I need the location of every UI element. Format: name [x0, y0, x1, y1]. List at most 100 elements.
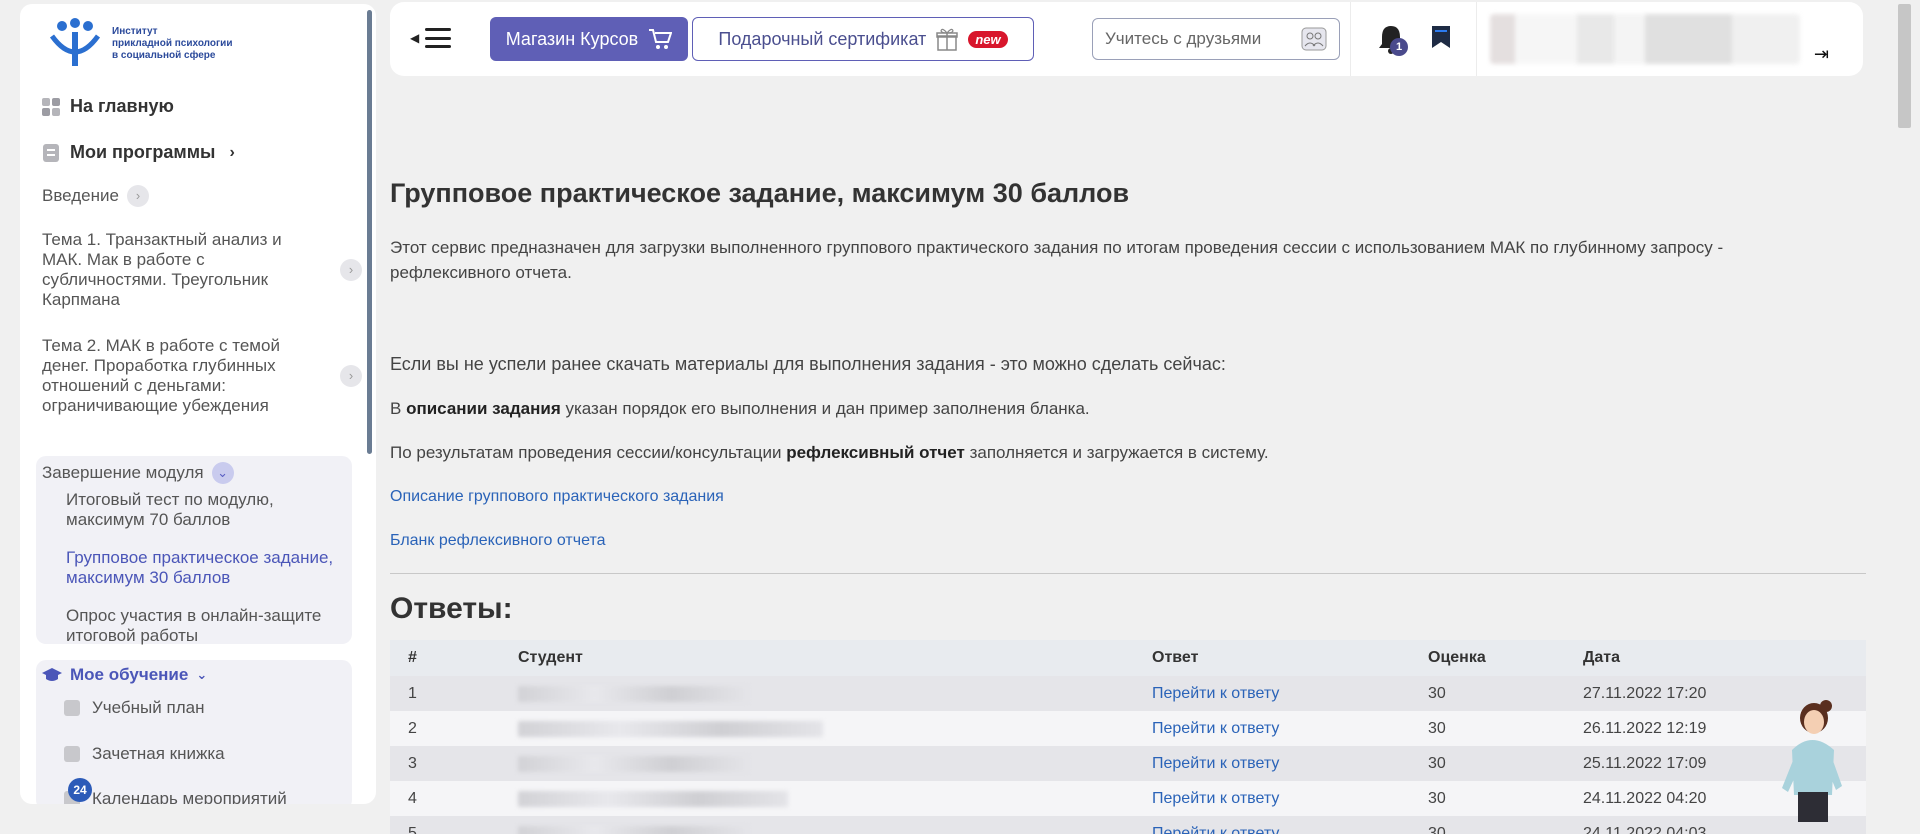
chevron-down-icon: ⌄: [211, 462, 234, 484]
page-scrollbar-thumb[interactable]: [1898, 4, 1911, 128]
task-description-note: В описании задания указан порядок его вы…: [390, 396, 1810, 421]
new-badge: new: [968, 30, 1008, 48]
score: 30: [1428, 719, 1446, 737]
result-suffix: заполняется и загружается в систему.: [964, 443, 1269, 462]
task-description-link[interactable]: Описание группового практического задани…: [390, 488, 724, 506]
score: 30: [1428, 789, 1446, 807]
student-name-redacted: [518, 755, 748, 772]
grid-icon: [42, 97, 60, 116]
menu-icon: [425, 28, 452, 48]
logo-icon: [49, 18, 101, 66]
study-with-friends-label: Учитесь с друзьями: [1105, 29, 1262, 48]
graduation-cap-icon: [42, 668, 62, 681]
report-blank-link[interactable]: Бланк рефлексивного отчета: [390, 532, 605, 550]
table-header-row: # Студент Ответ Оценка Дата: [390, 640, 1866, 676]
sidebar-item-calendar[interactable]: Календарь мероприятий: [64, 789, 287, 804]
topic-2-label: Тема 2. МАК в работе с темой денег. Прор…: [42, 336, 280, 415]
student-name: [518, 711, 823, 746]
sidebar-item-survey[interactable]: Опрос участия в онлайн-защите итоговой р…: [66, 606, 346, 646]
col-header-date[interactable]: Дата: [1583, 640, 1620, 676]
student-name: [518, 746, 748, 781]
table-row: 4 Перейти к ответу 30 24.11.2022 04:20: [390, 781, 1866, 816]
topic-1-label: Тема 1. Транзактный анализ и МАК. Мак в …: [42, 230, 282, 309]
notification-count-badge: 1: [1390, 38, 1408, 56]
date: 24.11.2022 04:20: [1583, 789, 1707, 807]
top-header: ◀ Магазин Курсов Подарочный сертификат n…: [390, 2, 1863, 76]
go-to-answer-link[interactable]: Перейти к ответу: [1152, 816, 1279, 834]
table-row: 1 Перейти к ответу 30 27.11.2022 17:20: [390, 676, 1866, 711]
report-note: По результатам проведения сессии/консуль…: [390, 440, 1810, 465]
result-prefix: По результатам проведения сессии/консуль…: [390, 443, 787, 462]
sidebar-scrollbar[interactable]: [367, 10, 372, 454]
desc-bold: описании задания: [406, 399, 561, 418]
calendar-badge: 24: [68, 778, 92, 802]
logo-line-1: Институт: [112, 26, 158, 37]
logout-icon[interactable]: ⇥: [1814, 44, 1829, 65]
user-profile[interactable]: [1490, 14, 1800, 64]
gradebook-label: Зачетная книжка: [92, 744, 225, 763]
chevron-down-icon: ⌄: [196, 667, 208, 682]
study-with-friends-button[interactable]: Учитесь с друзьями: [1092, 18, 1340, 60]
assistant-avatar[interactable]: [1778, 700, 1846, 825]
go-to-answer-link[interactable]: Перейти к ответу: [1152, 711, 1279, 746]
page-title: Групповое практическое задание, максимум…: [390, 178, 1130, 208]
chevron-right-icon: ›: [340, 259, 362, 281]
score: 30: [1428, 754, 1446, 772]
sidebar-item-programs[interactable]: Мои программы ›: [42, 142, 235, 163]
row-number: 5: [408, 824, 417, 834]
table-row: 2 Перейти к ответу 30 26.11.2022 12:19: [390, 711, 1866, 746]
sidebar-item-group-task[interactable]: Групповое практическое задание, максимум…: [66, 548, 346, 588]
cart-icon: [649, 29, 673, 49]
sidebar-toggle-button[interactable]: ◀: [410, 28, 452, 48]
caret-left-icon: ◀: [410, 31, 420, 45]
student-name-redacted: [518, 685, 748, 702]
date: 25.11.2022 17:09: [1583, 754, 1707, 772]
chevron-right-icon: ›: [126, 185, 149, 207]
institute-logo[interactable]: Институт прикладной психологии в социаль…: [46, 18, 232, 70]
book-icon: [43, 143, 59, 162]
student-name-redacted: [518, 720, 823, 737]
gift-certificate-button[interactable]: Подарочный сертификат new: [692, 17, 1034, 61]
table-row: 5 Перейти к ответу 30 24.11.2022 04:03: [390, 816, 1866, 834]
sidebar-item-topic-2[interactable]: Тема 2. МАК в работе с темой денег. Прор…: [42, 336, 362, 416]
student-name-redacted: [518, 790, 788, 807]
sidebar-item-intro[interactable]: Введение ›: [42, 185, 149, 207]
sidebar-item-programs-label: Мои программы: [70, 142, 216, 162]
sidebar-item-topic-1[interactable]: Тема 1. Транзактный анализ и МАК. Мак в …: [42, 230, 362, 310]
course-shop-label: Магазин Курсов: [505, 28, 639, 49]
col-header-number[interactable]: #: [408, 640, 417, 676]
logo-text: Институт прикладной психологии в социаль…: [112, 26, 232, 62]
col-header-answer[interactable]: Ответ: [1152, 640, 1198, 676]
friends-icon: [1301, 27, 1327, 51]
date: 24.11.2022 04:03: [1583, 824, 1707, 834]
sidebar-item-final-test[interactable]: Итоговый тест по модулю, максимум 70 бал…: [66, 490, 346, 530]
download-note: Если вы не успели ранее скачать материал…: [390, 354, 1226, 374]
sidebar-item-module-completion[interactable]: Завершение модуля ⌄: [42, 462, 234, 484]
chat-icon[interactable]: [1430, 24, 1452, 50]
score: 30: [1428, 824, 1446, 834]
sidebar-item-my-learning[interactable]: Мое обучение ⌄: [42, 665, 207, 685]
student-name: [518, 816, 748, 834]
row-number: 2: [408, 719, 417, 737]
task-description: Этот сервис предназначен для загрузки вы…: [390, 238, 1724, 282]
go-to-answer-link[interactable]: Перейти к ответу: [1152, 676, 1279, 711]
plan-icon: [64, 700, 80, 716]
answers-heading: Ответы:: [390, 592, 513, 625]
desc-prefix: В: [390, 399, 407, 418]
sidebar-item-gradebook[interactable]: Зачетная книжка: [64, 744, 225, 764]
result-bold: рефлексивный отчет: [786, 443, 965, 462]
go-to-answer-link[interactable]: Перейти к ответу: [1152, 746, 1279, 781]
col-header-score[interactable]: Оценка: [1428, 640, 1486, 676]
logo-line-2: прикладной психологии: [112, 38, 233, 49]
col-header-student[interactable]: Студент: [518, 640, 583, 676]
score: 30: [1428, 684, 1446, 702]
sidebar-item-home[interactable]: На главную: [42, 96, 174, 117]
logo-line-3: в социальной сфере: [112, 50, 216, 61]
course-shop-button[interactable]: Магазин Курсов: [490, 17, 688, 61]
row-number: 4: [408, 789, 417, 807]
sidebar-item-study-plan[interactable]: Учебный план: [64, 698, 204, 718]
go-to-answer-link[interactable]: Перейти к ответу: [1152, 781, 1279, 816]
desc-suffix: указан порядок его выполнения и дан прим…: [560, 399, 1090, 418]
header-divider: [1476, 2, 1477, 76]
student-name-redacted: [518, 825, 748, 834]
